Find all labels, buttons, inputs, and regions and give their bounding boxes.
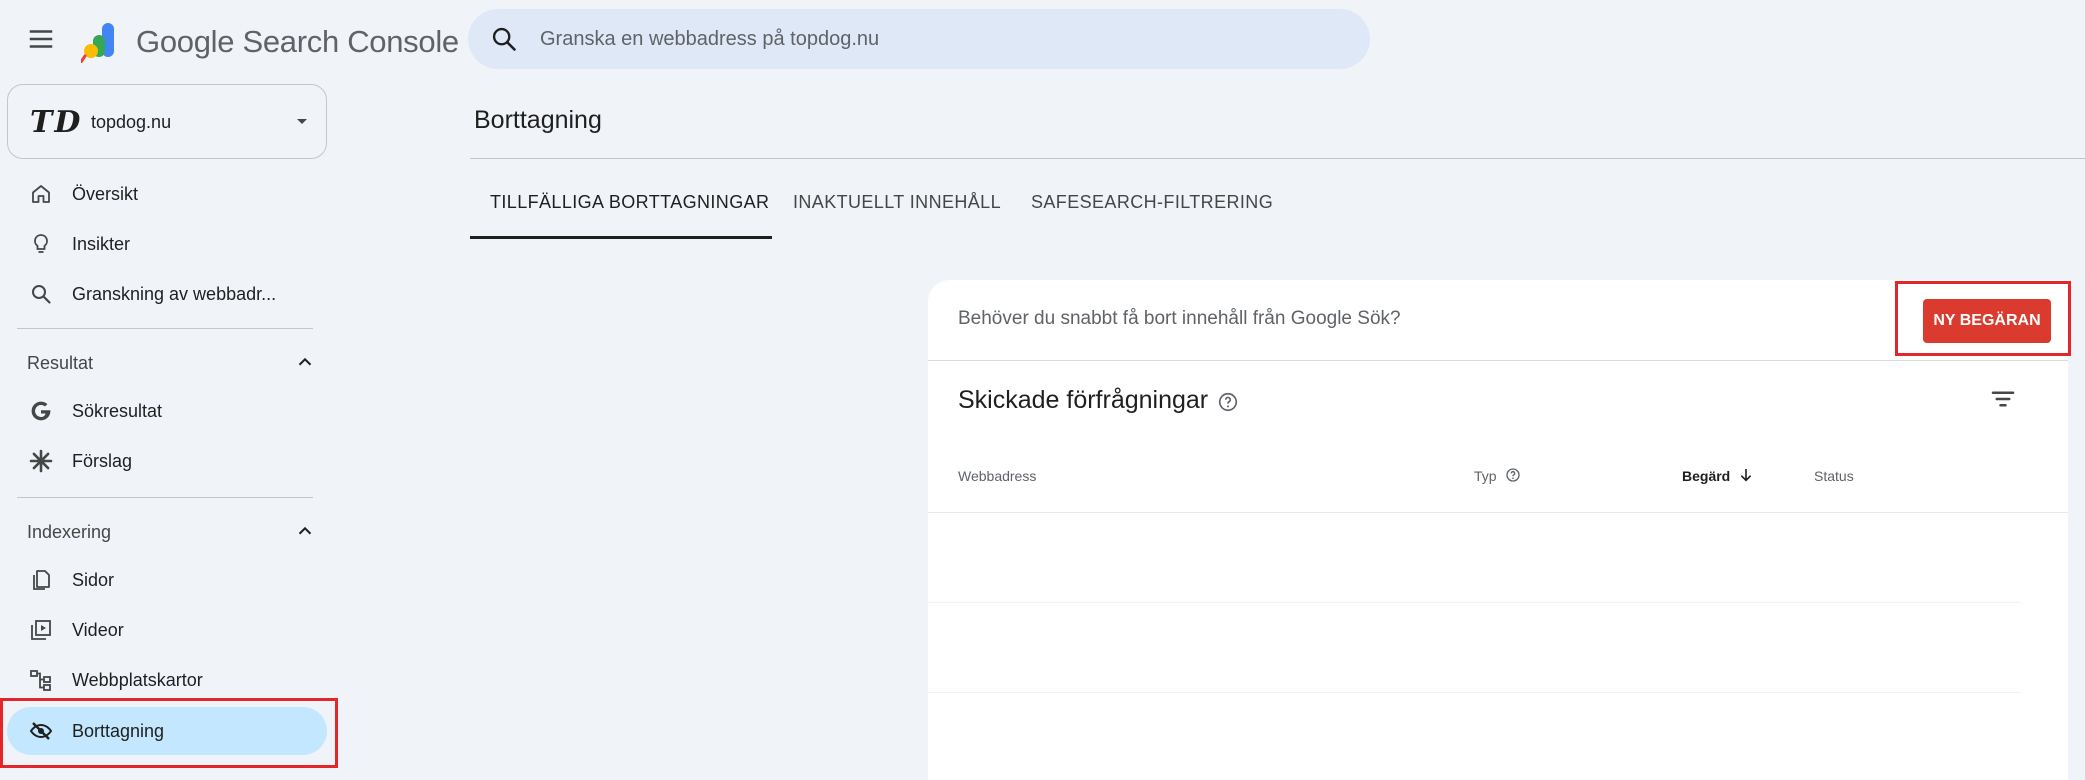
tab-safesearch-filtrering[interactable]: SAFESEARCH-FILTRERING	[1031, 192, 1273, 213]
sidebar-item-label: Borttagning	[72, 721, 165, 741]
sidebar-item-label: Granskning av webbadr...	[72, 284, 277, 304]
url-inspection-input[interactable]	[540, 9, 1340, 69]
eye-off-icon	[29, 719, 53, 743]
home-icon	[29, 182, 53, 206]
sidebar-item-sidor[interactable]: Sidor	[7, 556, 327, 604]
column-header-status[interactable]: Status	[1814, 468, 1854, 484]
section-resultat[interactable]: Resultat	[7, 343, 327, 383]
sidebar-item-label: Insikter	[72, 234, 131, 254]
table-row-divider	[928, 692, 2021, 693]
asterisk-icon	[29, 449, 53, 473]
search-icon	[29, 282, 53, 306]
sidebar-divider	[17, 328, 313, 329]
page-title: Borttagning	[474, 106, 602, 134]
search-console-logo-icon	[81, 21, 125, 63]
sidebar-item-insikter[interactable]: Insikter	[7, 220, 327, 268]
sitemap-icon	[29, 668, 53, 692]
arrow-down-icon[interactable]	[1738, 467, 1754, 483]
dropdown-arrow-icon	[296, 118, 308, 126]
sidebar-item-granskning[interactable]: Granskning av webbadr...	[7, 270, 327, 318]
card-divider	[928, 360, 2068, 361]
new-request-button[interactable]: NY BEGÄRAN	[1923, 299, 2051, 343]
section-title: Resultat	[27, 353, 94, 373]
google-g-icon	[29, 399, 53, 423]
search-icon	[490, 25, 518, 53]
filter-icon[interactable]	[1988, 384, 2018, 414]
video-icon	[29, 618, 53, 642]
sidebar-item-label: Sidor	[72, 570, 115, 590]
sidebar-item-webbplatskartor[interactable]: Webbplatskartor	[7, 656, 327, 704]
submitted-requests-title: Skickade förfrågningar	[958, 386, 1209, 414]
tab-tillfalliga-borttagningar[interactable]: TILLFÄLLIGA BORTTAGNINGAR	[490, 192, 769, 213]
column-header-begard[interactable]: Begärd	[1682, 468, 1730, 484]
sidebar-item-label: Sökresultat	[72, 401, 163, 421]
title-divider	[470, 158, 2085, 159]
lightbulb-icon	[29, 232, 53, 256]
sidebar-divider	[17, 497, 313, 498]
removal-prompt: Behöver du snabbt få bort innehåll från …	[958, 308, 1401, 329]
column-header-typ[interactable]: Typ	[1474, 468, 1497, 484]
property-name: topdog.nu	[91, 112, 172, 132]
property-logo: TD	[30, 105, 83, 140]
table-row-divider	[928, 602, 2021, 603]
tab-inaktuellt-innehall[interactable]: INAKTUELLT INNEHÅLL	[793, 192, 1001, 213]
sidebar-item-label: Förslag	[72, 451, 133, 471]
section-title: Indexering	[27, 522, 112, 542]
menu-icon[interactable]	[26, 24, 56, 54]
sidebar-item-videor[interactable]: Videor	[7, 606, 327, 654]
section-indexering[interactable]: Indexering	[7, 512, 327, 552]
chevron-up-icon	[294, 351, 316, 373]
chevron-up-icon	[294, 520, 316, 542]
app-title[interactable]: Google Search Console	[136, 24, 459, 60]
sidebar-item-borttagning[interactable]: Borttagning	[7, 707, 327, 755]
sidebar-item-forslag[interactable]: Förslag	[7, 437, 327, 485]
sidebar-item-oversikt[interactable]: Översikt	[7, 170, 327, 218]
sidebar-item-sokresultat[interactable]: Sökresultat	[7, 387, 327, 435]
url-inspection-search[interactable]	[468, 9, 1370, 69]
sidebar-item-label: Översikt	[72, 184, 139, 204]
removals-card: Behöver du snabbt få bort innehåll från …	[928, 280, 2071, 780]
column-header-webbadress[interactable]: Webbadress	[958, 468, 1036, 484]
active-tab-indicator	[470, 236, 772, 239]
sidebar-item-label: Webbplatskartor	[72, 670, 203, 690]
help-icon[interactable]	[1217, 391, 1239, 413]
pages-icon	[29, 568, 53, 592]
table-header-divider	[928, 512, 2068, 513]
sidebar-item-label: Videor	[72, 620, 124, 640]
property-selector[interactable]: TD topdog.nu	[7, 84, 327, 159]
help-icon[interactable]	[1505, 467, 1521, 483]
